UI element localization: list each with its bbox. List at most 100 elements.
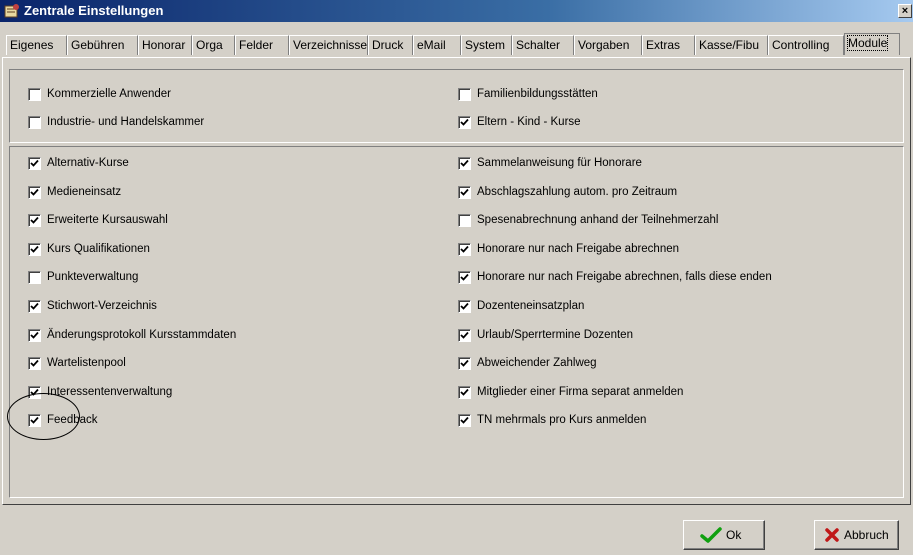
checkbox-unchecked[interactable] — [28, 116, 41, 129]
button-bar: Ok Abbruch — [0, 510, 913, 555]
checkbox-label: Punkteverwaltung — [47, 271, 139, 284]
checkbox-checked[interactable] — [458, 242, 471, 256]
tab-label: Kasse/Fibu — [699, 38, 760, 52]
tab-extras[interactable]: Extras — [642, 35, 695, 55]
checkbox-label: Kommerzielle Anwender — [47, 88, 172, 100]
ok-button[interactable]: Ok — [683, 520, 765, 550]
close-button[interactable]: × — [898, 4, 912, 18]
checkmark-icon — [30, 217, 39, 224]
checkbox-checked[interactable] — [28, 157, 41, 170]
tab-vorgaben[interactable]: Vorgaben — [574, 35, 642, 55]
checkmark-icon — [460, 188, 469, 196]
tab-schalter[interactable]: Schalter — [512, 35, 574, 55]
tab-verzeichnisse[interactable]: Verzeichnisse — [289, 35, 368, 55]
tab-gebühren[interactable]: Gebühren — [67, 35, 138, 55]
tab-label: Honorar — [142, 38, 186, 52]
checkbox-checked[interactable] — [28, 185, 41, 199]
checkbox-label: Industrie- und Handelskammer — [47, 116, 205, 128]
module-settings-page: Kommerzielle Anwender Industrie- und Hand… — [2, 57, 911, 505]
checkbox-unchecked[interactable] — [28, 271, 41, 285]
checkbox-checked[interactable] — [458, 116, 471, 129]
checkbox-label: Sammelanweisung für Honorare — [477, 157, 642, 169]
checkbox-label: TN mehrmals pro Kurs anmelden — [477, 414, 647, 427]
checkbox-label: Wartelistenpool — [47, 357, 126, 370]
checkbox-checked[interactable] — [28, 328, 41, 342]
checkmark-icon — [30, 159, 39, 167]
tab-label: Schalter — [516, 38, 561, 52]
checkbox-checked[interactable] — [458, 385, 471, 399]
checkmark-icon — [460, 302, 469, 310]
tab-label: Vorgaben — [578, 38, 630, 52]
checkbox-checked[interactable] — [458, 414, 471, 428]
checkmark-icon — [460, 331, 469, 339]
window-title: Zentrale Einstellungen — [24, 3, 164, 18]
checkbox-label: Spesenabrechnung anhand der Teilnehmerza… — [477, 214, 719, 227]
tab-eigenes[interactable]: Eigenes — [6, 35, 67, 55]
checkbox-label: Erweiterte Kursauswahl — [47, 214, 168, 227]
tab-label: Felder — [239, 38, 274, 52]
group-target-audience: Kommerzielle Anwender Industrie- und Hand… — [9, 69, 904, 143]
checkmark-icon — [460, 388, 469, 396]
checkmark-icon — [30, 331, 39, 339]
tab-label: Druck — [372, 38, 404, 52]
checkbox-label: Honorare nur nach Freigabe abrechnen, fa… — [477, 271, 772, 284]
tab-module[interactable]: Module — [844, 33, 900, 55]
app-icon — [4, 4, 19, 18]
checkbox-label: Alternativ-Kurse — [47, 157, 129, 169]
checkbox-checked[interactable] — [458, 271, 471, 285]
tab-felder[interactable]: Felder — [235, 35, 289, 55]
checkbox-label: Änderungsprotokoll Kursstammdaten — [47, 328, 237, 341]
tab-label: Controlling — [772, 38, 830, 52]
checkbox-unchecked[interactable] — [458, 214, 471, 228]
ok-button-label: Ok — [726, 528, 742, 542]
checkmark-icon — [30, 360, 39, 367]
checkbox-label: Honorare nur nach Freigabe abrechnen — [477, 242, 680, 255]
checkmark-icon — [460, 245, 469, 253]
checkbox-label: Eltern - Kind - Kurse — [477, 116, 581, 128]
checkbox-unchecked[interactable] — [28, 88, 41, 101]
tab-orga[interactable]: Orga — [192, 35, 235, 55]
checkbox-checked[interactable] — [458, 328, 471, 342]
tab-label: Module — [846, 35, 889, 51]
tab-controlling[interactable]: Controlling — [768, 35, 844, 55]
checkbox-checked[interactable] — [28, 357, 41, 371]
checkbox-checked[interactable] — [458, 300, 471, 313]
checkmark-icon — [460, 274, 469, 282]
tab-honorar[interactable]: Honorar — [138, 35, 192, 55]
cancel-button-label: Abbruch — [844, 528, 889, 542]
tab-kasse-fibu[interactable]: Kasse/Fibu — [695, 35, 768, 55]
checkbox-label: Mitglieder einer Firma separat anmelden — [477, 385, 684, 398]
checkbox-checked[interactable] — [28, 300, 41, 313]
checkbox-checked[interactable] — [28, 242, 41, 256]
checkbox-label: Abschlagszahlung autom. pro Zeitraum — [477, 185, 678, 198]
tab-email[interactable]: eMail — [413, 35, 461, 55]
tab-label: Extras — [646, 38, 681, 52]
tab-label: eMail — [417, 38, 446, 52]
checkmark-icon — [30, 302, 39, 310]
checkbox-label: Familienbildungsstätten — [477, 88, 598, 100]
checkbox-checked[interactable] — [28, 214, 41, 228]
tab-label: Eigenes — [10, 38, 54, 52]
checkmark-icon — [460, 118, 469, 126]
checkmark-icon — [460, 159, 469, 167]
tab-druck[interactable]: Druck — [368, 35, 413, 55]
checkbox-checked[interactable] — [458, 185, 471, 199]
tab-label: Verzeichnisse — [293, 38, 368, 52]
tab-system[interactable]: System — [461, 35, 512, 55]
checkbox-checked[interactable] — [458, 357, 471, 371]
checkbox-label: Abweichender Zahlweg — [477, 357, 597, 370]
checkbox-label: Medieneinsatz — [47, 185, 122, 198]
checkbox-label: Dozenteneinsatzplan — [477, 300, 585, 312]
checkbox-unchecked[interactable] — [458, 88, 471, 101]
tab-label: Gebühren — [71, 38, 125, 52]
checkmark-icon — [460, 360, 469, 367]
cancel-button[interactable]: Abbruch — [814, 520, 899, 550]
checkmark-icon — [460, 417, 469, 425]
group-modules: Alternativ-Kurse Medieneinsatz Erweiterte … — [9, 146, 904, 498]
window-titlebar[interactable]: Zentrale Einstellungen × — [0, 0, 913, 22]
checkbox-label: Stichwort-Verzeichnis — [47, 300, 157, 312]
tab-label: Orga — [196, 38, 223, 52]
x-icon — [825, 528, 839, 542]
checkbox-checked[interactable] — [458, 157, 471, 170]
tab-label: System — [465, 38, 506, 52]
